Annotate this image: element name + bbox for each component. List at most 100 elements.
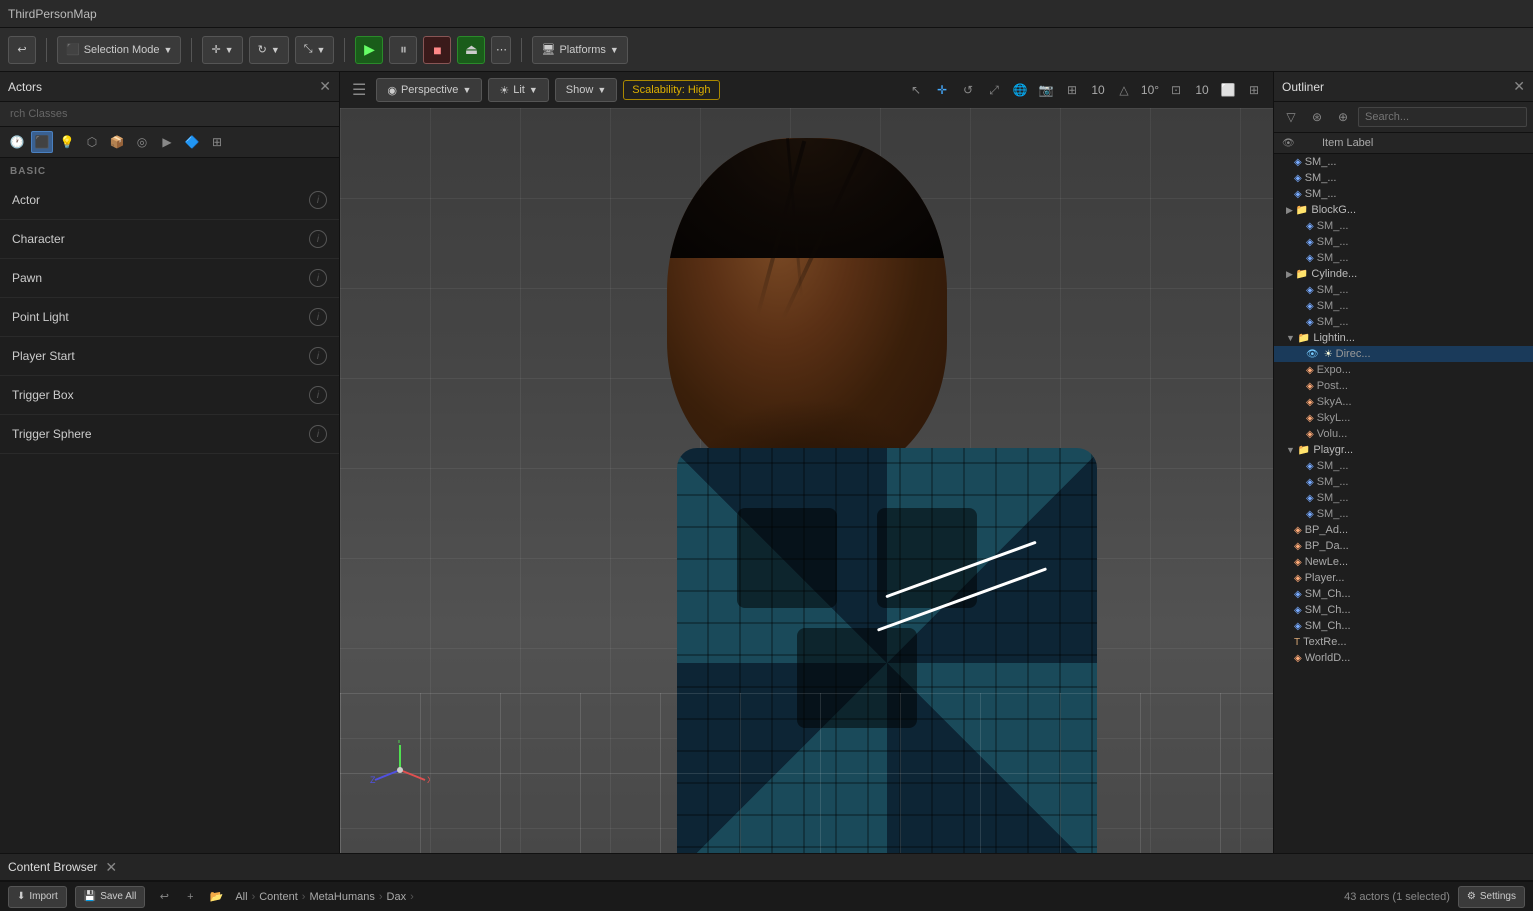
outliner-search-input[interactable] (1358, 107, 1527, 127)
world-icon[interactable]: 🌐 (1009, 79, 1031, 101)
play-btn[interactable]: ▶ (355, 36, 383, 64)
outliner-row-sm9[interactable]: ◈ SM_... (1274, 314, 1533, 330)
trigger-sphere-info-icon[interactable]: i (309, 425, 327, 443)
outliner-row-sm6[interactable]: ◈ SM_... (1274, 250, 1533, 266)
outliner-row-lightin[interactable]: ▼ 📁 Lightin... (1274, 330, 1533, 346)
character-info-icon[interactable]: i (309, 230, 327, 248)
actor-item-character[interactable]: Character i (0, 220, 339, 259)
breadcrumb-dax[interactable]: Dax (387, 891, 407, 903)
filter-vis-btn[interactable]: ◎ (131, 131, 153, 153)
undo-btn[interactable]: ↩ (8, 36, 36, 64)
outliner-row-playgr[interactable]: ▼ 📁 Playgr... (1274, 442, 1533, 458)
scale-tool[interactable]: ⤡ ▼ (295, 36, 335, 64)
viewport-menu-btn[interactable]: ☰ (348, 80, 370, 100)
transform-icon[interactable]: ✛ (931, 79, 953, 101)
outliner-row-bpad[interactable]: ◈ BP_Ad... (1274, 522, 1533, 538)
outliner-row-sm10[interactable]: ◈ SM_... (1274, 458, 1533, 474)
select-mode-icon[interactable]: ↖ (905, 79, 927, 101)
add-icon[interactable]: + (179, 886, 201, 908)
outliner-row-blockg[interactable]: ▶ 📁 BlockG... (1274, 202, 1533, 218)
actor-item-point-light[interactable]: Point Light i (0, 298, 339, 337)
outliner-row-newle[interactable]: ◈ NewLe... (1274, 554, 1533, 570)
outliner-expand-icon[interactable]: ⊕ (1332, 106, 1354, 128)
breadcrumb-all[interactable]: All (235, 891, 247, 903)
rotate-tool[interactable]: ↻ ▼ (249, 36, 289, 64)
actor-item-actor[interactable]: Actor i (0, 181, 339, 220)
outliner-close[interactable]: ✕ (1513, 78, 1525, 95)
point-light-info-icon[interactable]: i (309, 308, 327, 326)
trigger-box-info-icon[interactable]: i (309, 386, 327, 404)
outliner-row-smch3[interactable]: ◈ SM_Ch... (1274, 618, 1533, 634)
outliner-row-sm2[interactable]: ◈ SM_... (1274, 170, 1533, 186)
outliner-row-post[interactable]: ◈ Post... (1274, 378, 1533, 394)
scale-icon[interactable]: ⤢ (983, 79, 1005, 101)
outliner-row-direc[interactable]: 👁 ☀ Direc... (1274, 346, 1533, 362)
camera-icon[interactable]: 📷 (1035, 79, 1057, 101)
actor-info-icon[interactable]: i (309, 191, 327, 209)
outliner-row-cylinde[interactable]: ▶ 📁 Cylinde... (1274, 266, 1533, 282)
maximize-icon[interactable]: ⬜ (1217, 79, 1239, 101)
play-options-btn[interactable]: ⋯ (491, 36, 511, 64)
save-all-btn[interactable]: 💾 Save All (75, 886, 146, 908)
translate-tool[interactable]: ✛ ▼ (202, 36, 242, 64)
outliner-row-sm7[interactable]: ◈ SM_... (1274, 282, 1533, 298)
filter-anim-btn[interactable]: ▶ (156, 131, 178, 153)
settings-btn[interactable]: ⚙ Settings (1458, 886, 1525, 908)
outliner-row-sm1[interactable]: ◈ SM_... (1274, 154, 1533, 170)
grid-snap-icon[interactable]: ⊞ (1061, 79, 1083, 101)
search-classes-input[interactable] (0, 102, 339, 127)
filter-all-btn[interactable]: ⬛ (31, 131, 53, 153)
outliner-row-sm4[interactable]: ◈ SM_... (1274, 218, 1533, 234)
breadcrumb-content[interactable]: Content (259, 891, 298, 903)
outliner-row-sm13[interactable]: ◈ SM_... (1274, 506, 1533, 522)
player-start-info-icon[interactable]: i (309, 347, 327, 365)
lit-btn[interactable]: ☀ Lit ▼ (488, 78, 548, 102)
pause-btn[interactable]: ⏸ (389, 36, 417, 64)
actor-item-trigger-sphere[interactable]: Trigger Sphere i (0, 415, 339, 454)
breadcrumb-metahumans[interactable]: MetaHumans (309, 891, 374, 903)
rotate-icon[interactable]: ↺ (957, 79, 979, 101)
pawn-info-icon[interactable]: i (309, 269, 327, 287)
actors-panel-close[interactable]: ✕ (319, 78, 331, 95)
import-btn[interactable]: ⬇ Import (8, 886, 67, 908)
filter-more-btn[interactable]: ⊞ (206, 131, 228, 153)
scale-snap-icon[interactable]: ⊡ (1165, 79, 1187, 101)
content-browser-close[interactable]: ✕ (105, 859, 117, 876)
eject-btn[interactable]: ⏏ (457, 36, 485, 64)
perspective-btn[interactable]: ◉ Perspective ▼ (376, 78, 482, 102)
viewport[interactable]: ☰ ◉ Perspective ▼ ☀ Lit ▼ Show ▼ Scalabi… (340, 72, 1273, 853)
filter-shapes-btn[interactable]: ⬡ (81, 131, 103, 153)
outliner-row-bpda[interactable]: ◈ BP_Da... (1274, 538, 1533, 554)
actor-item-player-start[interactable]: Player Start i (0, 337, 339, 376)
outliner-row-sm11[interactable]: ◈ SM_... (1274, 474, 1533, 490)
history-icon[interactable]: ↩ (153, 886, 175, 908)
outliner-row-sm8[interactable]: ◈ SM_... (1274, 298, 1533, 314)
selection-mode-btn[interactable]: ⬛ Selection Mode ▼ (57, 36, 181, 64)
platforms-btn[interactable]: 🖥 Platforms ▼ (532, 36, 627, 64)
actor-item-pawn[interactable]: Pawn i (0, 259, 339, 298)
outliner-row-smch2[interactable]: ◈ SM_Ch... (1274, 602, 1533, 618)
outliner-pin-icon[interactable]: ⊛ (1306, 106, 1328, 128)
show-btn[interactable]: Show ▼ (555, 78, 617, 102)
outliner-filter-icon[interactable]: ▽ (1280, 106, 1302, 128)
outliner-row-player[interactable]: ◈ Player... (1274, 570, 1533, 586)
actor-item-trigger-box[interactable]: Trigger Box i (0, 376, 339, 415)
filter-volumes-btn[interactable]: 📦 (106, 131, 128, 153)
outliner-row-expo[interactable]: ◈ Expo... (1274, 362, 1533, 378)
outliner-row-skya[interactable]: ◈ SkyA... (1274, 394, 1533, 410)
outliner-row-sm5[interactable]: ◈ SM_... (1274, 234, 1533, 250)
filter-recent-btn[interactable]: 🕐 (6, 131, 28, 153)
outliner-row-worldd[interactable]: ◈ WorldD... (1274, 650, 1533, 666)
layout-icon[interactable]: ⊞ (1243, 79, 1265, 101)
stop-btn[interactable]: ■ (423, 36, 451, 64)
angle-icon[interactable]: △ (1113, 79, 1135, 101)
outliner-row-textre[interactable]: T TextRe... (1274, 634, 1533, 650)
outliner-row-sm3[interactable]: ◈ SM_... (1274, 186, 1533, 202)
folder-open-icon[interactable]: 📂 (205, 886, 227, 908)
outliner-row-volu[interactable]: ◈ Volu... (1274, 426, 1533, 442)
outliner-row-sm12[interactable]: ◈ SM_... (1274, 490, 1533, 506)
outliner-row-skyl[interactable]: ◈ SkyL... (1274, 410, 1533, 426)
outliner-row-smch[interactable]: ◈ SM_Ch... (1274, 586, 1533, 602)
filter-lights-btn[interactable]: 💡 (56, 131, 78, 153)
filter-bp-btn[interactable]: 🔷 (181, 131, 203, 153)
